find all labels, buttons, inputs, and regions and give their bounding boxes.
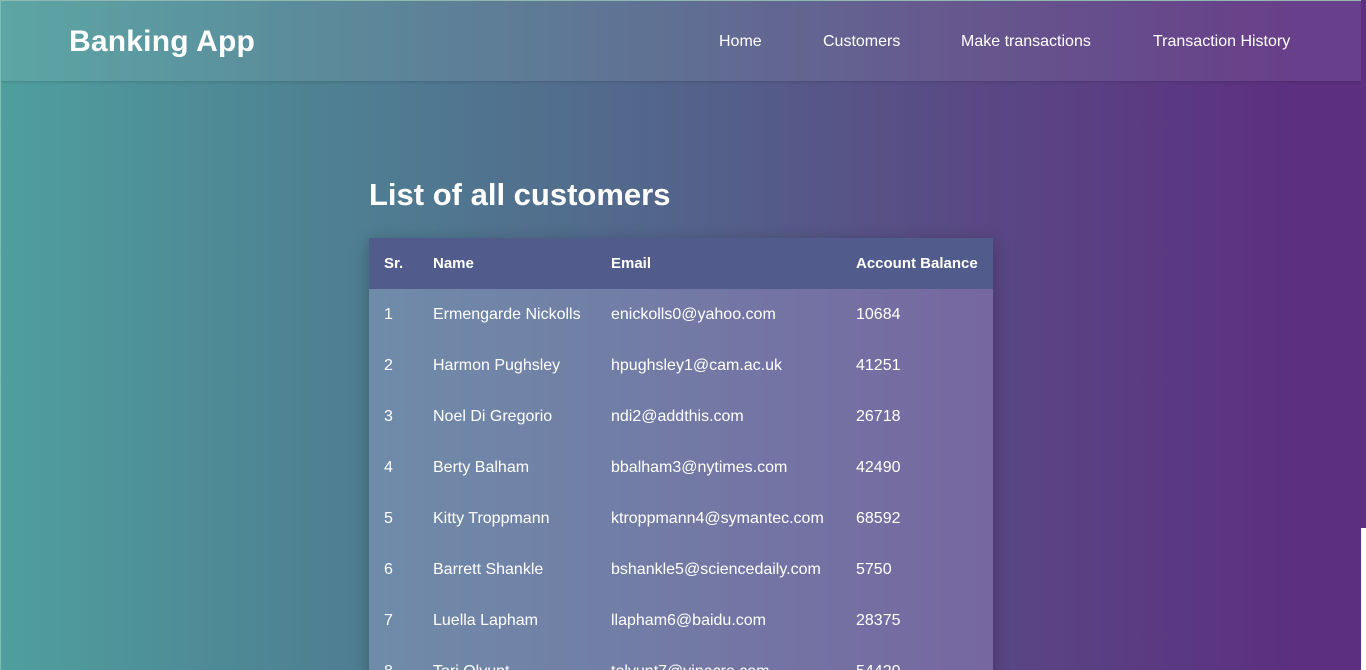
table-row: 3 Noel Di Gregorio ndi2@addthis.com 2671… bbox=[369, 391, 993, 442]
page-title: List of all customers bbox=[369, 177, 671, 212]
nav-customers-link[interactable]: Customers bbox=[823, 31, 900, 53]
cell-balance: 68592 bbox=[856, 509, 901, 527]
cell-sr: 7 bbox=[384, 611, 393, 629]
column-header-email: Email bbox=[611, 255, 652, 272]
cell-email: enickolls0@yahoo.com bbox=[611, 305, 776, 323]
table-row: 4 Berty Balham bbalham3@nytimes.com 4249… bbox=[369, 442, 993, 493]
table-row: 1 Ermengarde Nickolls enickolls0@yahoo.c… bbox=[369, 289, 993, 340]
brand-logo[interactable]: Banking App bbox=[69, 23, 255, 61]
cell-sr: 1 bbox=[384, 305, 393, 323]
cell-email: tolyunt7@vinacre.com bbox=[611, 646, 856, 670]
cell-name: Kitty Troppmann bbox=[433, 509, 550, 527]
nav-make-transactions-link[interactable]: Make transactions bbox=[961, 31, 1091, 53]
table-row: 7 Luella Lapham llapham6@baidu.com 28375 bbox=[369, 595, 993, 646]
cell-balance: 5750 bbox=[856, 560, 892, 578]
cell-name: Barrett Shankle bbox=[433, 560, 544, 578]
nav-transaction-history-link[interactable]: Transaction History bbox=[1153, 31, 1290, 53]
scrollbar-thumb[interactable] bbox=[1361, 0, 1366, 528]
cell-balance: 10684 bbox=[856, 305, 901, 323]
cell-sr: 3 bbox=[384, 407, 393, 425]
cell-sr: 5 bbox=[384, 509, 393, 527]
cell-balance: 42490 bbox=[856, 458, 901, 476]
navbar: Banking App Home Customers Make transact… bbox=[1, 1, 1361, 81]
table-header-row: Sr. Name Email Account Balance bbox=[369, 238, 993, 289]
nav-home-link[interactable]: Home bbox=[719, 31, 762, 53]
customers-table-container: Sr. Name Email Account Balance 1 Ermenga… bbox=[369, 238, 993, 670]
cell-email: llapham6@baidu.com bbox=[611, 611, 766, 629]
cell-name: Harmon Pughsley bbox=[433, 356, 561, 374]
page: Banking App Home Customers Make transact… bbox=[0, 0, 1361, 670]
cell-balance: 41251 bbox=[856, 356, 901, 374]
cell-balance: 28375 bbox=[856, 611, 901, 629]
table-row: 2 Harmon Pughsley hpughsley1@cam.ac.uk 4… bbox=[369, 340, 993, 391]
table-row: 5 Kitty Troppmann ktroppmann4@symantec.c… bbox=[369, 493, 993, 544]
cell-email: ktroppmann4@symantec.com bbox=[611, 509, 824, 527]
cell-balance: 54420 bbox=[856, 646, 993, 670]
cell-name: Luella Lapham bbox=[433, 611, 538, 629]
table-body: 1 Ermengarde Nickolls enickolls0@yahoo.c… bbox=[369, 289, 993, 670]
column-header-sr: Sr. bbox=[384, 255, 404, 272]
cell-name: Noel Di Gregorio bbox=[433, 407, 553, 425]
table-header: Sr. Name Email Account Balance bbox=[369, 238, 993, 289]
cell-balance: 26718 bbox=[856, 407, 901, 425]
column-header-balance: Account Balance bbox=[856, 255, 978, 272]
cell-name: Berty Balham bbox=[433, 458, 530, 476]
table-row: 6 Barrett Shankle bshankle5@sciencedaily… bbox=[369, 544, 993, 595]
cell-email: bbalham3@nytimes.com bbox=[611, 458, 788, 476]
cell-sr: 6 bbox=[384, 560, 393, 578]
cell-email: ndi2@addthis.com bbox=[611, 407, 744, 425]
table-row: 8 Tori Olyunt tolyunt7@vinacre.com 54420 bbox=[369, 646, 993, 670]
cell-sr: 4 bbox=[384, 458, 393, 476]
cell-email: bshankle5@sciencedaily.com bbox=[611, 560, 821, 578]
cell-name: Ermengarde Nickolls bbox=[433, 305, 581, 323]
cell-sr: 2 bbox=[384, 356, 393, 374]
cell-email: hpughsley1@cam.ac.uk bbox=[611, 356, 782, 374]
column-header-name: Name bbox=[433, 255, 474, 272]
cell-sr: 8 bbox=[369, 646, 433, 670]
customers-table: Sr. Name Email Account Balance 1 Ermenga… bbox=[369, 238, 993, 670]
cell-name: Tori Olyunt bbox=[433, 646, 611, 670]
